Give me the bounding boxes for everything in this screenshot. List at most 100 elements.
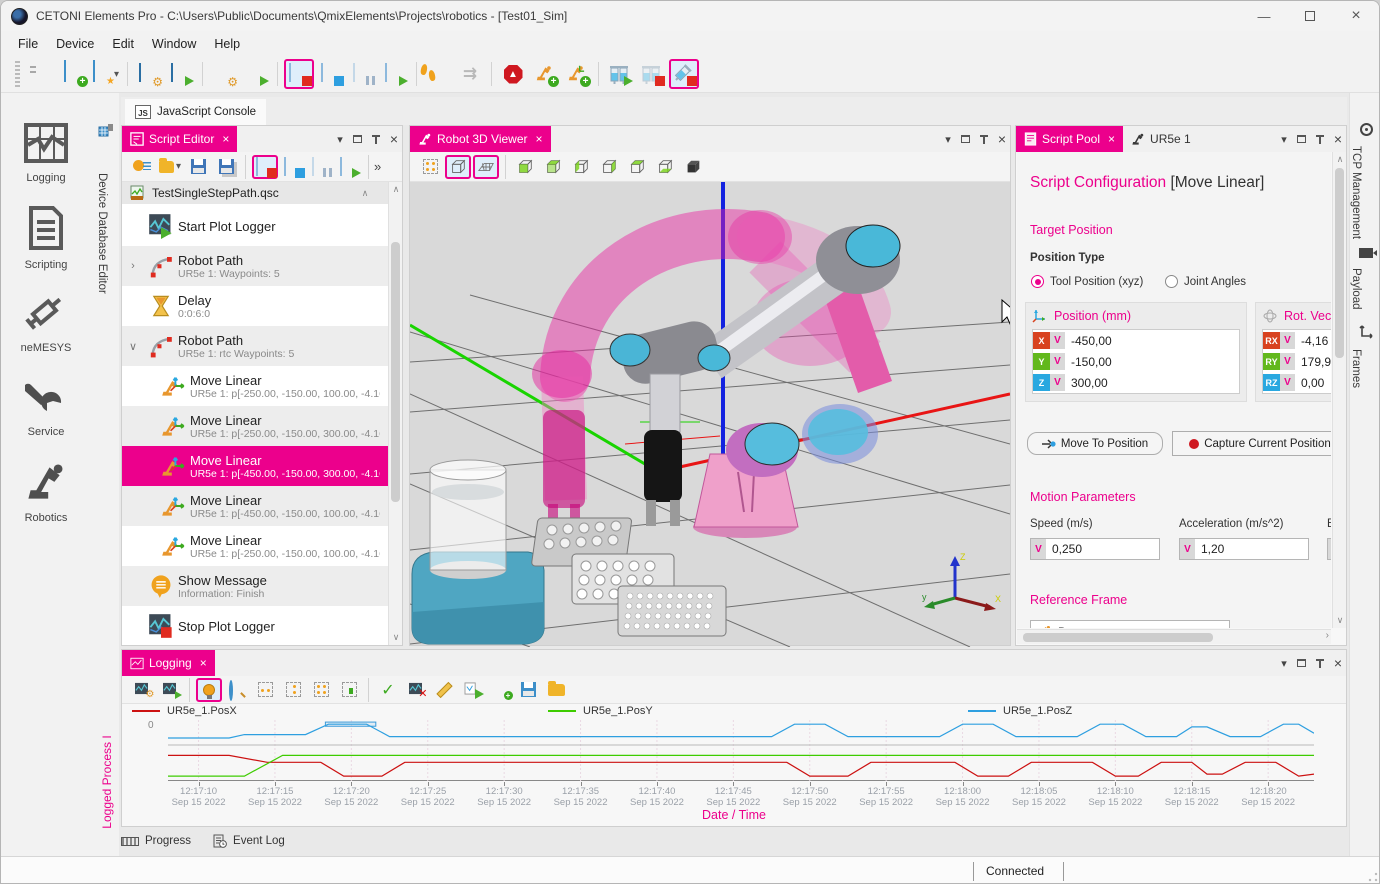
configure-logger-button[interactable]: ⚙ bbox=[129, 678, 155, 702]
sidebar-item-logging[interactable]: Logging bbox=[1, 123, 91, 184]
float-icon[interactable] bbox=[1297, 659, 1306, 667]
configure-devices-button[interactable]: ⚙ bbox=[209, 59, 239, 89]
float-icon[interactable] bbox=[353, 135, 362, 143]
pin-icon[interactable] bbox=[372, 135, 380, 144]
add-table-button[interactable]: + bbox=[487, 678, 513, 702]
viewer-3d-scene[interactable]: ZXy bbox=[410, 182, 1010, 645]
show-grid-button[interactable] bbox=[473, 155, 499, 179]
scroll-right-icon[interactable]: › bbox=[1326, 630, 1329, 641]
sidebar-item-robotics[interactable]: Robotics bbox=[1, 459, 91, 524]
close-icon[interactable]: × bbox=[1334, 131, 1342, 147]
step-move-linear-3-selected[interactable]: Move LinearUR5e 1: p[-450.00, -150.00, 3… bbox=[122, 446, 388, 486]
step-move-linear-4[interactable]: Move LinearUR5e 1: p[-450.00, -150.00, 1… bbox=[122, 486, 388, 526]
tab-script-editor[interactable]: Script Editor × bbox=[122, 126, 237, 152]
view-right-button[interactable] bbox=[596, 155, 622, 179]
step-move-linear-1[interactable]: Move LinearUR5e 1: p[-250.00, -150.00, 1… bbox=[122, 366, 388, 406]
emergency-stop-button[interactable]: ▲ bbox=[498, 59, 528, 89]
chevron-down-icon[interactable]: ▾ bbox=[1281, 657, 1287, 670]
value-chip[interactable]: V bbox=[1180, 539, 1195, 559]
step-robot-path-2[interactable]: ∨ Robot PathUR5e 1: rtc Waypoints: 5 bbox=[122, 326, 388, 366]
tab-frames[interactable]: Frames bbox=[1350, 325, 1380, 388]
y-value-input[interactable]: -150,00 bbox=[1065, 355, 1112, 369]
minimize-button[interactable]: — bbox=[1241, 1, 1287, 31]
rx-value-input[interactable]: -4,16 bbox=[1295, 334, 1328, 348]
step-move-linear-5[interactable]: Move LinearUR5e 1: p[-250.00, -150.00, 1… bbox=[122, 526, 388, 566]
chevron-down-icon[interactable]: ▾ bbox=[1281, 133, 1287, 146]
script-editor-scrollbar[interactable]: ∧ ∨ bbox=[388, 182, 402, 645]
tab-robot-3d-viewer[interactable]: Robot 3D Viewer × bbox=[410, 126, 551, 152]
show-origins-button[interactable] bbox=[417, 155, 443, 179]
fit-all-button[interactable] bbox=[308, 678, 334, 702]
sidebar-item-nemesys[interactable]: neMESYS bbox=[1, 291, 91, 354]
capture-current-position-button[interactable]: Capture Current Position bbox=[1172, 431, 1331, 456]
tab-device-database-editor[interactable]: Device Database Editor bbox=[94, 123, 118, 523]
pin-icon[interactable] bbox=[1316, 659, 1324, 668]
tab-javascript-console[interactable]: JS JavaScript Console bbox=[125, 99, 266, 125]
pin-icon[interactable] bbox=[1316, 135, 1324, 144]
step-move-linear-2[interactable]: Move LinearUR5e 1: p[-250.00, -150.00, 3… bbox=[122, 406, 388, 446]
scroll-up-icon[interactable]: ∧ bbox=[389, 184, 403, 195]
stop-dosing-button[interactable] bbox=[637, 59, 667, 89]
resize-grip[interactable] bbox=[1368, 872, 1378, 882]
z-value-input[interactable]: 300,00 bbox=[1065, 376, 1108, 390]
value-chip[interactable]: V bbox=[1050, 374, 1065, 391]
x-value-input[interactable]: -450,00 bbox=[1065, 334, 1112, 348]
script-pool-hscrollbar[interactable]: › bbox=[1017, 629, 1331, 644]
legend-posy[interactable]: UR5e_1.PosY bbox=[548, 705, 653, 717]
menu-file[interactable]: File bbox=[9, 34, 47, 54]
tab-script-pool[interactable]: Script Pool × bbox=[1016, 126, 1123, 152]
view-back-button[interactable] bbox=[540, 155, 566, 179]
new-script-button[interactable] bbox=[129, 155, 155, 179]
view-iso-button[interactable] bbox=[680, 155, 706, 179]
view-front-button[interactable] bbox=[512, 155, 538, 179]
acceleration-field[interactable]: V 1,20 bbox=[1179, 538, 1309, 560]
radio-joint-angles[interactable]: Joint Angles bbox=[1165, 275, 1246, 288]
menu-window[interactable]: Window bbox=[143, 34, 205, 54]
add-robot-button[interactable]: + bbox=[530, 59, 560, 89]
stop-pump-button[interactable] bbox=[669, 59, 699, 89]
step-robot-path-1[interactable]: › Robot PathUR5e 1: Waypoints: 5 bbox=[122, 246, 388, 286]
close-button[interactable]: × bbox=[1333, 1, 1379, 31]
terminate-script-button[interactable] bbox=[280, 155, 306, 179]
save-script-as-button[interactable] bbox=[213, 155, 239, 179]
move-to-position-button[interactable]: Move To Position bbox=[1027, 432, 1163, 455]
step-stop-plot-logger[interactable]: Stop Plot Logger bbox=[122, 606, 388, 645]
autoscale-button[interactable] bbox=[336, 678, 362, 702]
open-log-button[interactable] bbox=[543, 678, 569, 702]
fit-vertical-button[interactable] bbox=[280, 678, 306, 702]
run-scripts-button[interactable] bbox=[380, 59, 410, 89]
close-icon[interactable]: × bbox=[390, 131, 398, 147]
value-chip[interactable]: V bbox=[1280, 332, 1295, 349]
save-script-button[interactable] bbox=[185, 155, 211, 179]
scroll-down-icon[interactable]: ∨ bbox=[1333, 615, 1347, 626]
run-script-button[interactable] bbox=[336, 155, 362, 179]
tab-payload[interactable]: Payload bbox=[1350, 245, 1380, 310]
rz-value-input[interactable]: 0,00 bbox=[1295, 376, 1324, 390]
tab-tcp-management[interactable]: TCP Management bbox=[1350, 123, 1380, 239]
open-script-button[interactable]: ▾ bbox=[157, 155, 183, 179]
step-delay[interactable]: Delay0:0:6:0 bbox=[122, 286, 388, 326]
value-chip[interactable]: V bbox=[1031, 539, 1046, 559]
progress-button[interactable]: Progress bbox=[121, 835, 191, 847]
script-file-row[interactable]: TestSingleStepPath.qsc ∧ bbox=[122, 182, 388, 204]
sidebar-item-scripting[interactable]: Scripting bbox=[1, 206, 91, 271]
legend-posx[interactable]: UR5e_1.PosX bbox=[132, 705, 237, 717]
scroll-up-icon[interactable]: ∧ bbox=[1333, 154, 1347, 165]
stop-all-scripts-button[interactable] bbox=[284, 59, 314, 89]
stop-script-button[interactable] bbox=[252, 155, 278, 179]
close-icon[interactable]: × bbox=[222, 132, 229, 146]
event-log-button[interactable]: Event Log bbox=[213, 834, 285, 848]
radio-tool-position[interactable]: Tool Position (xyz) bbox=[1031, 275, 1143, 288]
script-pool-vscrollbar[interactable]: ∧ ∨ bbox=[1332, 152, 1346, 628]
sidebar-item-service[interactable]: Service bbox=[1, 375, 91, 438]
measure-button[interactable] bbox=[431, 678, 457, 702]
save-log-button[interactable] bbox=[515, 678, 541, 702]
reference-frame-select[interactable]: Base ∨ bbox=[1030, 620, 1230, 628]
skip-step-button[interactable]: ⇉ bbox=[455, 59, 485, 89]
ry-value-input[interactable]: 179,95 bbox=[1295, 355, 1331, 369]
maximize-button[interactable] bbox=[1287, 1, 1333, 31]
chevron-down-icon[interactable]: ▾ bbox=[337, 133, 343, 146]
view-left-button[interactable] bbox=[568, 155, 594, 179]
close-icon[interactable]: × bbox=[536, 132, 543, 146]
close-icon[interactable]: × bbox=[1334, 655, 1342, 671]
